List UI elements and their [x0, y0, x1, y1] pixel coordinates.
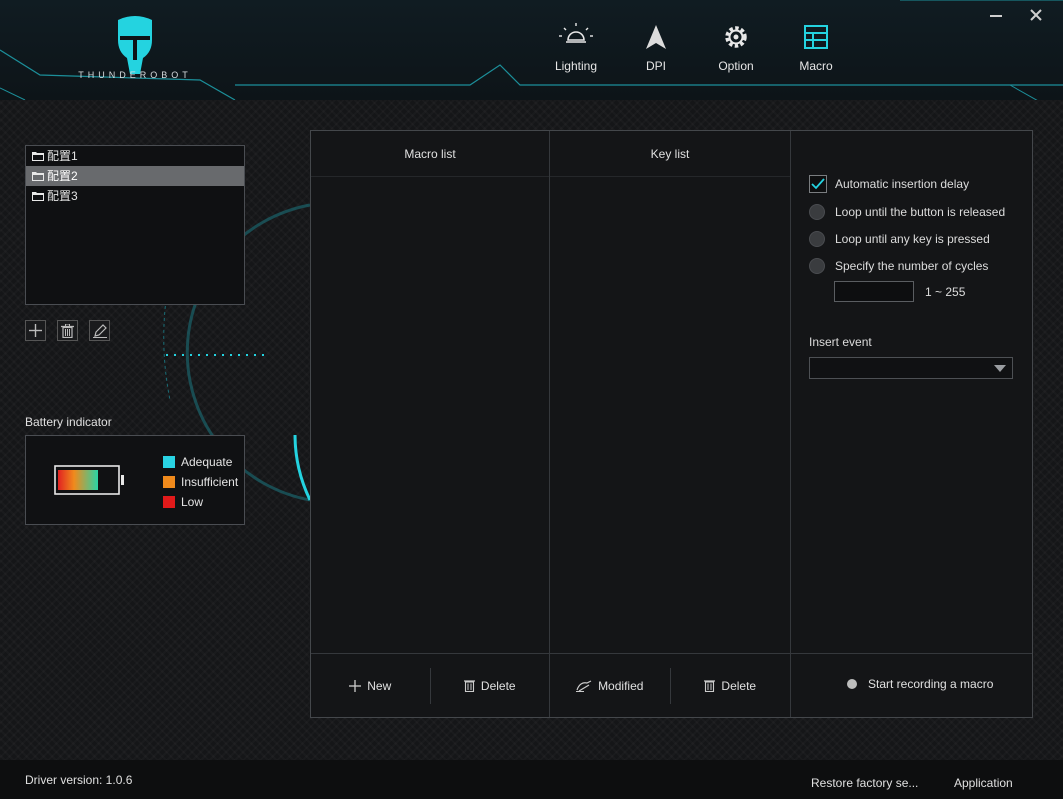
apply-button[interactable]: Application	[954, 776, 1013, 790]
legend-label: Insufficient	[181, 475, 239, 489]
delete-key-button[interactable]: Delete	[669, 667, 791, 704]
battery-icon	[54, 465, 124, 495]
key-list-column: Key list Modified Delete	[550, 131, 791, 717]
key-list[interactable]	[550, 177, 790, 653]
profile-item[interactable]: 配置1	[26, 146, 244, 166]
legend-label: Adequate	[181, 455, 233, 469]
legend-swatch	[163, 476, 175, 488]
legend-adequate: Adequate	[163, 452, 238, 472]
record-dot-icon	[847, 679, 857, 689]
macro-options-column: Automatic insertion delay Loop until the…	[791, 131, 1032, 717]
legend-swatch	[163, 456, 175, 468]
header: THUNDEROBOT Lighting DPI Option Macro	[0, 0, 1063, 100]
record-macro-button[interactable]: Start recording a macro	[847, 677, 993, 691]
restore-factory-button[interactable]: Restore factory se...	[811, 776, 918, 790]
folder-icon	[32, 172, 44, 181]
macro-list[interactable]	[311, 177, 549, 653]
minimize-icon[interactable]	[987, 6, 1005, 24]
delete-macro-label: Delete	[480, 678, 516, 693]
legend-insufficient: Insufficient	[163, 472, 238, 492]
loop-release-label: Loop until the button is released	[835, 205, 1006, 219]
cycles-range-label: 1 ~ 255	[925, 285, 966, 299]
main-nav: Lighting DPI Option Macro	[536, 22, 856, 73]
nav-label-lighting: Lighting	[554, 59, 598, 73]
loop-release-option[interactable]: Loop until the button is released	[809, 204, 1005, 220]
gear-icon	[725, 26, 747, 48]
nav-label-option: Option	[718, 59, 754, 73]
checkmark-icon	[811, 178, 825, 190]
insert-event-label: Insert event	[809, 335, 872, 349]
profile-list: 配置1 配置2 配置3	[25, 145, 245, 305]
auto-delay-option[interactable]: Automatic insertion delay	[809, 175, 969, 193]
new-macro-button[interactable]: New	[311, 668, 430, 704]
modify-key-label: Modified	[598, 678, 644, 693]
modify-icon	[576, 679, 592, 692]
modify-key-button[interactable]: Modified	[550, 668, 670, 704]
loop-any-key-label: Loop until any key is pressed	[835, 232, 990, 246]
trash-icon	[61, 323, 74, 338]
battery-title: Battery indicator	[25, 415, 112, 429]
battery-panel: Adequate Insufficient Low	[25, 435, 245, 525]
add-icon	[349, 679, 362, 692]
nav-label-macro: Macro	[799, 59, 833, 73]
macro-list-column: Macro list New Delete	[311, 131, 550, 717]
loop-release-radio[interactable]	[809, 204, 825, 220]
record-footer: Start recording a macro	[791, 653, 1032, 717]
profile-item[interactable]: 配置2	[26, 166, 244, 186]
brand-name: THUNDEROBOT	[78, 70, 192, 80]
profile-item-label: 配置3	[47, 189, 78, 203]
profile-item[interactable]: 配置3	[26, 186, 244, 206]
loop-any-key-radio[interactable]	[809, 231, 825, 247]
chevron-down-icon	[994, 365, 1006, 372]
loop-any-key-option[interactable]: Loop until any key is pressed	[809, 231, 990, 247]
legend-label: Low	[181, 495, 204, 509]
key-list-header: Key list	[550, 131, 790, 177]
macro-panel: Macro list New Delete Key list Modified …	[310, 130, 1033, 718]
macro-list-header: Macro list	[311, 131, 549, 177]
delete-macro-button[interactable]: Delete	[429, 667, 550, 704]
auto-delay-checkbox[interactable]	[809, 175, 827, 193]
folder-icon	[32, 152, 44, 161]
edit-icon	[92, 323, 107, 338]
key-list-footer: Modified Delete	[550, 653, 790, 717]
legend-low: Low	[163, 492, 238, 512]
insert-event-select[interactable]	[809, 357, 1013, 379]
cycles-option[interactable]: Specify the number of cycles	[809, 258, 988, 274]
nav-item-macro[interactable]: Macro	[776, 22, 856, 73]
trash-icon	[704, 680, 716, 692]
driver-version: Driver version: 1.0.6	[25, 773, 133, 787]
grid-icon	[804, 25, 828, 49]
nav-item-option[interactable]: Option	[696, 22, 776, 73]
folder-icon	[32, 192, 44, 201]
nav-label-dpi: DPI	[645, 59, 666, 73]
arrow-cursor-icon	[646, 25, 666, 49]
profile-item-label: 配置2	[47, 169, 78, 183]
cycles-radio[interactable]	[809, 258, 825, 274]
nav-item-dpi[interactable]: DPI	[616, 22, 696, 73]
delete-key-label: Delete	[721, 678, 757, 693]
lightbulb-icon	[559, 23, 593, 43]
delete-profile-button[interactable]	[57, 320, 78, 341]
cycles-input[interactable]	[834, 281, 914, 302]
battery-legend: Adequate Insufficient Low	[163, 452, 238, 512]
legend-swatch	[163, 496, 175, 508]
trash-icon	[463, 680, 475, 692]
record-macro-label: Start recording a macro	[868, 677, 994, 691]
edit-profile-button[interactable]	[89, 320, 110, 341]
new-macro-label: New	[367, 678, 392, 693]
add-profile-button[interactable]	[25, 320, 46, 341]
profile-tools	[25, 320, 121, 341]
cycles-label: Specify the number of cycles	[835, 259, 989, 273]
profile-item-label: 配置1	[47, 149, 78, 163]
auto-delay-label: Automatic insertion delay	[835, 177, 970, 191]
close-icon[interactable]	[1027, 6, 1045, 24]
nav-item-lighting[interactable]: Lighting	[536, 22, 616, 73]
footer: Driver version: 1.0.6 Restore factory se…	[0, 760, 1063, 799]
add-icon	[29, 324, 42, 337]
macro-list-footer: New Delete	[311, 653, 549, 717]
